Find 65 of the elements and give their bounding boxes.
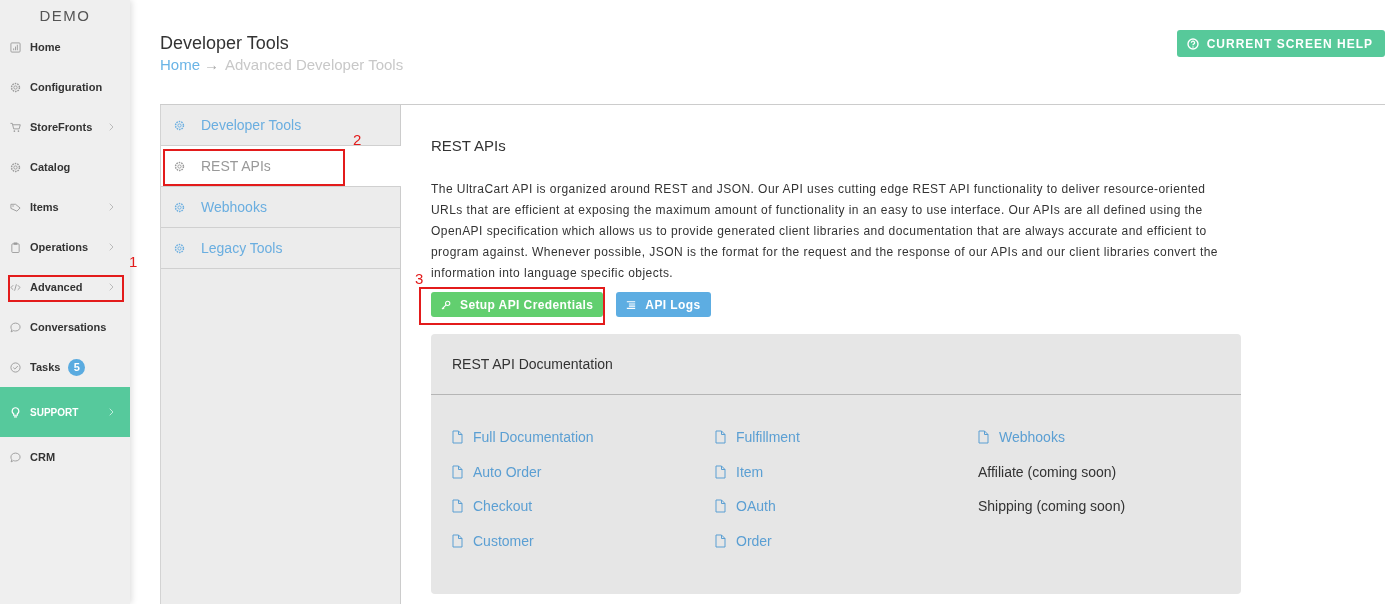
gear-icon [174,242,185,254]
gear-icon [10,161,21,173]
sidebar-item[interactable]: Catalog [0,147,130,187]
sidebar-item[interactable]: StoreFronts [0,107,130,147]
action-button[interactable]: API Logs [616,292,711,317]
documentation-link[interactable]: OAuth [715,498,776,515]
brand-name: DEMO [38,6,92,26]
sidebar-item[interactable]: Operations [0,227,130,267]
sidebar-item[interactable]: Home [0,27,130,67]
sidebar-item[interactable]: Advanced [0,267,130,307]
code-icon [10,281,21,293]
breadcrumb-separator: → [204,55,219,75]
documentation-link[interactable]: Full Documentation [452,429,594,446]
file-icon [715,499,726,514]
file-icon [452,499,463,514]
clipboard-icon [10,241,21,253]
file-icon [452,533,463,548]
sidebar-item[interactable]: CRM [0,437,130,477]
key-icon [441,299,451,310]
tab[interactable]: REST APIs [161,146,401,187]
documentation-link[interactable]: Customer [452,532,534,549]
lightbulb-icon [10,406,21,418]
breadcrumb-link[interactable]: Home [160,54,200,76]
sidebar-item[interactable]: Items [0,187,130,227]
callout-number: 3 [415,271,424,287]
count-badge: 5 [68,358,86,376]
page-title: Developer Tools [160,32,290,54]
description-text: The UltraCart API is organized around REST and JSON. Our API uses cutting edge REST API functionality to deliver resource-oriented URLs that are efficient at exposing the maximum amount of functionality in an easy to use interface. Our APIs are all defined using the OpenAPI specification which allows us to provide generated client libraries and documentation that are always accurate and efficient to program against. Whenever possible, JSON is the format for the request and the response of our APIs and our client libraries convert the information into language specific objects. [431,181,1219,282]
documentation-link[interactable]: Checkout [452,498,533,515]
documentation-link[interactable]: Item [715,463,764,480]
documentation-link[interactable]: Webhooks [978,429,1065,446]
callout-number: 1 [129,254,138,270]
file-icon [978,430,989,445]
coming-soon-text: Affiliate (coming soon) [978,463,1117,480]
file-icon [452,464,463,479]
gear-icon [174,201,185,213]
action-button[interactable]: Setup API Credentials [431,292,604,317]
tag-icon [10,201,21,213]
list-icon [626,299,637,310]
file-icon [715,464,726,479]
callout-number: 2 [353,132,362,148]
documentation-link[interactable]: Auto Order [452,463,542,480]
help-button[interactable]: CURRENT SCREEN HELP [1176,30,1385,57]
file-icon [452,430,463,445]
gear-icon [10,81,21,93]
sidebar-item[interactable]: Tasks 5 [0,347,130,387]
section-heading: REST APIs [431,137,507,155]
documentation-link[interactable]: Order [715,532,772,549]
gear-icon [174,119,185,131]
sidebar-item[interactable]: Configuration [0,67,130,107]
check-circle-icon [10,361,21,373]
speech-bubble-icon [10,451,21,463]
tab[interactable]: Webhooks [161,187,400,228]
gear-icon [174,160,185,172]
file-icon [715,430,726,445]
sidebar-item[interactable]: Conversations [0,307,130,347]
question-circle-icon [1186,37,1199,50]
speech-bubble-icon [10,321,21,333]
file-icon [715,533,726,548]
tab[interactable]: Legacy Tools [161,228,400,269]
chart-icon [10,41,21,53]
coming-soon-text: Shipping (coming soon) [978,498,1126,515]
documentation-link[interactable]: Fulfillment [715,429,800,446]
panel-title: REST API Documentation [452,356,613,372]
cart-icon [10,121,21,133]
